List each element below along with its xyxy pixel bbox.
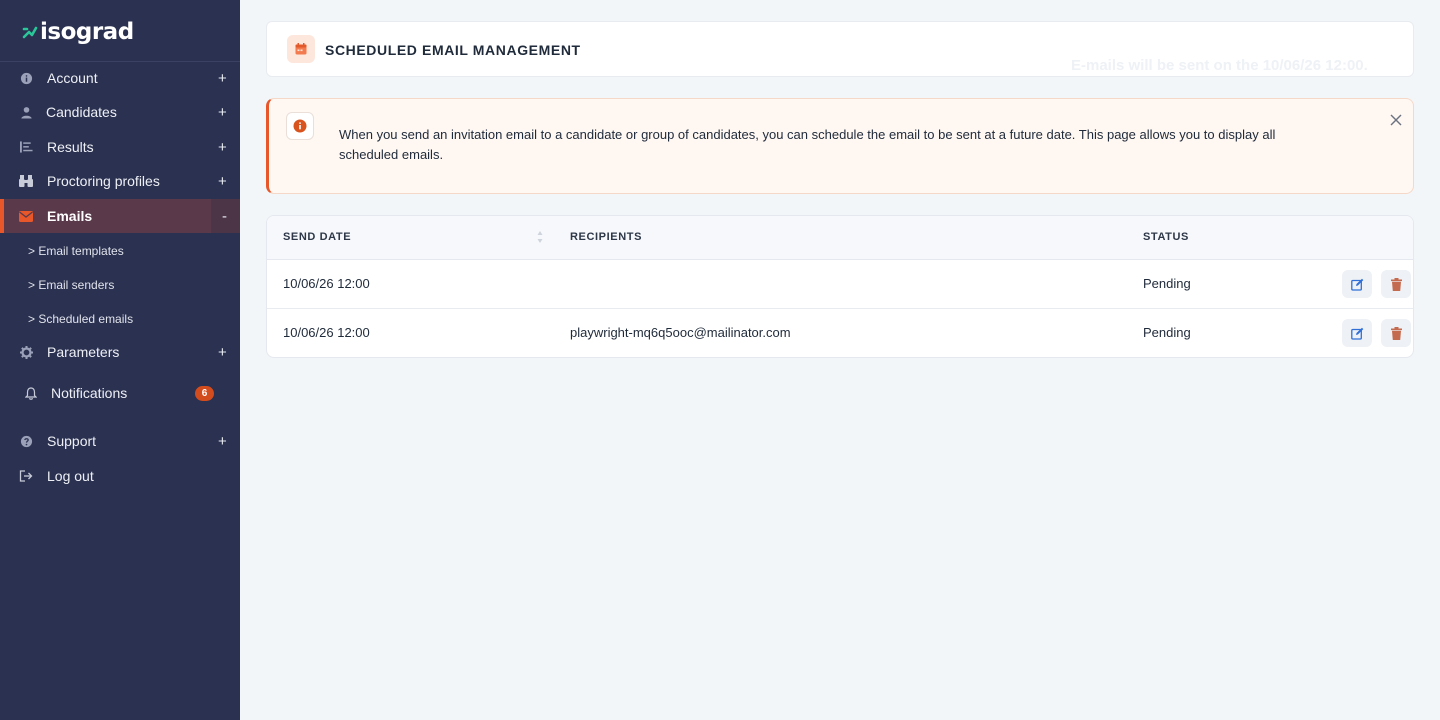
sidebar: isograd Account + Candidates + Results +… — [0, 0, 240, 720]
sidebar-item-label: Candidates — [46, 104, 117, 120]
list-icon — [19, 140, 33, 154]
send-date-cell: 10/06/26 12:00 — [283, 325, 370, 340]
sidebar-item-account[interactable]: Account + — [0, 61, 240, 95]
binoculars-icon — [19, 174, 33, 188]
question-circle-icon — [19, 434, 33, 448]
status-cell: Pending — [1143, 325, 1191, 340]
sidebar-subitem-scheduled-emails[interactable]: > Scheduled emails — [28, 312, 133, 326]
delete-button[interactable] — [1381, 319, 1411, 347]
table-row: 10/06/26 12:00 playwright-mq6q5ooc@maili… — [267, 309, 1413, 357]
sidebar-item-label: Proctoring profiles — [47, 173, 160, 189]
sidebar-item-label: Log out — [47, 468, 94, 484]
send-date-cell: 10/06/26 12:00 — [283, 276, 370, 291]
sidebar-item-notifications[interactable]: Notifications 6 — [0, 376, 240, 410]
edit-icon — [1350, 278, 1363, 291]
gear-icon — [19, 345, 33, 359]
sidebar-item-label: Notifications — [51, 385, 128, 401]
column-header-send-date[interactable]: SEND DATE — [283, 231, 351, 243]
sidebar-subitem-email-senders[interactable]: > Email senders — [28, 278, 114, 292]
scheduled-emails-table: SEND DATE RECIPIENTS STATUS 10/06/26 12:… — [266, 215, 1414, 358]
recipients-cell: playwright-mq6q5ooc@mailinator.com — [570, 325, 791, 340]
sidebar-item-results[interactable]: Results + — [0, 130, 240, 164]
sidebar-item-label: Emails — [47, 208, 93, 224]
calendar-icon — [287, 35, 315, 63]
edit-icon — [1350, 327, 1363, 340]
column-header-recipients: RECIPIENTS — [570, 231, 643, 243]
expand-icon[interactable]: + — [218, 344, 227, 361]
expand-icon[interactable]: + — [218, 70, 227, 87]
envelope-icon — [19, 209, 33, 223]
edit-button[interactable] — [1342, 319, 1372, 347]
sort-icon[interactable] — [537, 230, 543, 249]
info-circle-icon — [19, 71, 33, 85]
bell-icon — [24, 386, 38, 400]
logout-icon — [19, 469, 33, 483]
sidebar-item-logout[interactable]: Log out — [0, 459, 240, 493]
info-banner: When you send an invitation email to a c… — [266, 98, 1414, 194]
page-title: SCHEDULED EMAIL MANAGEMENT — [325, 42, 581, 58]
status-cell: Pending — [1143, 276, 1191, 291]
sidebar-item-label: Results — [47, 139, 94, 155]
table-row: 10/06/26 12:00 Pending — [267, 260, 1413, 309]
user-icon — [19, 105, 33, 119]
sidebar-item-support[interactable]: Support + — [0, 424, 240, 458]
collapse-icon[interactable]: - — [222, 208, 227, 225]
trash-icon — [1390, 326, 1402, 340]
sidebar-item-label: Account — [47, 70, 98, 86]
close-icon[interactable] — [1386, 110, 1406, 130]
expand-icon[interactable]: + — [218, 104, 227, 121]
column-header-status: STATUS — [1143, 231, 1189, 243]
expand-icon[interactable]: + — [218, 433, 227, 450]
sidebar-item-emails[interactable]: Emails - — [0, 199, 240, 233]
logo-mark-icon — [22, 26, 38, 39]
sidebar-item-candidates[interactable]: Candidates + — [0, 95, 240, 129]
expand-icon[interactable]: + — [218, 173, 227, 190]
delete-button[interactable] — [1381, 270, 1411, 298]
logo[interactable]: isograd — [22, 18, 134, 46]
sidebar-item-proctoring-profiles[interactable]: Proctoring profiles + — [0, 164, 240, 198]
info-text: When you send an invitation email to a c… — [339, 127, 1276, 162]
toast-message: E-mails will be sent on the 10/06/26 12:… — [1071, 57, 1368, 74]
sidebar-item-parameters[interactable]: Parameters + — [0, 335, 240, 369]
trash-icon — [1390, 277, 1402, 291]
table-header: SEND DATE RECIPIENTS STATUS — [267, 216, 1413, 260]
logo-text: isograd — [40, 19, 134, 45]
sidebar-item-label: Parameters — [47, 344, 120, 360]
expand-icon[interactable]: + — [218, 139, 227, 156]
info-icon — [286, 112, 314, 140]
notification-count-badge: 6 — [195, 386, 214, 401]
sidebar-subitem-email-templates[interactable]: > Email templates — [28, 244, 124, 258]
sidebar-item-label: Support — [47, 433, 97, 449]
edit-button[interactable] — [1342, 270, 1372, 298]
